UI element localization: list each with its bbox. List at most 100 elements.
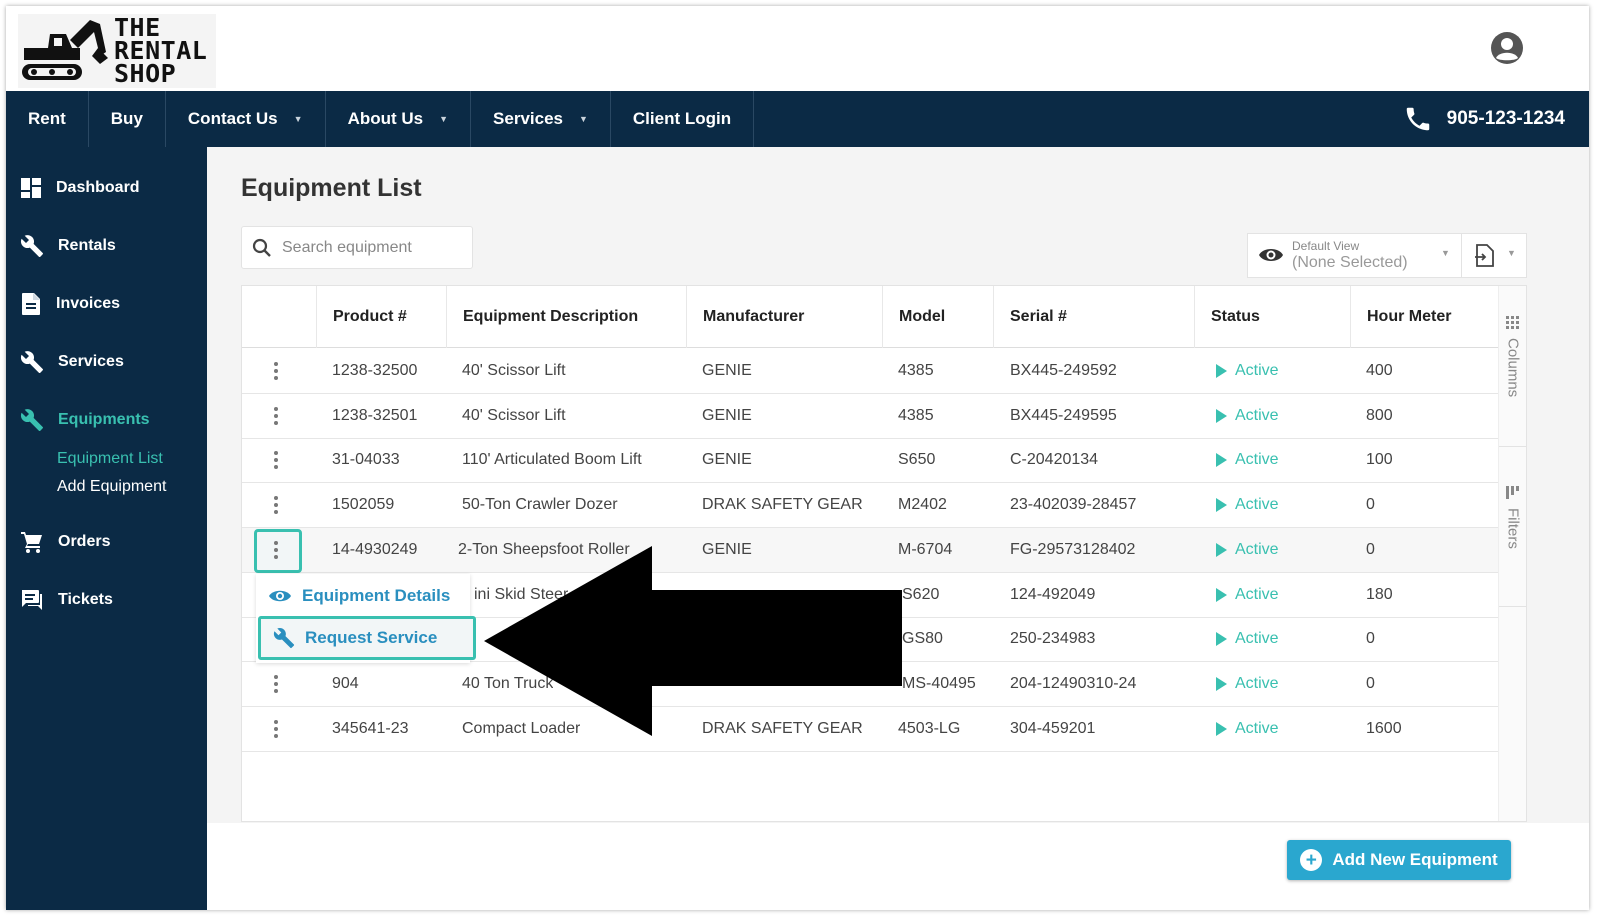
menu-item-equipment-details[interactable]: Equipment Details xyxy=(256,574,470,618)
side-tool-panel: Columns Filters xyxy=(1498,286,1527,821)
cell-description: 40' Scissor Lift xyxy=(462,406,566,424)
cell-description: 50-Ton Crawler Dozer xyxy=(462,496,618,514)
phone-contact[interactable]: 905-123-1234 xyxy=(1403,91,1565,147)
user-account-icon[interactable] xyxy=(1490,31,1524,65)
add-new-equipment-button[interactable]: + Add New Equipment xyxy=(1287,840,1511,880)
column-header-hour-meter[interactable]: Hour Meter xyxy=(1350,286,1498,348)
more-vertical-icon[interactable] xyxy=(272,362,280,380)
more-vertical-icon[interactable] xyxy=(272,451,280,470)
status-play-icon xyxy=(1216,721,1227,736)
column-header-manufacturer[interactable]: Manufacturer xyxy=(686,286,882,348)
cell-hours: 400 xyxy=(1366,362,1393,379)
cell-manufacturer: GENIE xyxy=(702,406,752,424)
sidebar-item-dashboard[interactable]: Dashboard xyxy=(20,173,140,203)
more-vertical-icon[interactable] xyxy=(272,719,280,738)
cell-product: 1502059 xyxy=(332,496,395,514)
status-play-icon xyxy=(1216,676,1227,691)
main-navbar: Rent Buy Contact Us ▼ About Us ▼ Services ▼… xyxy=(6,91,1589,147)
column-header-status[interactable]: Status xyxy=(1194,286,1350,348)
sidebar-subitem-add-equipment[interactable]: Add Equipment xyxy=(57,478,166,496)
column-header-serial[interactable]: Serial # xyxy=(993,286,1194,348)
cell-status: Active xyxy=(1216,662,1279,706)
status-text: Active xyxy=(1235,719,1279,737)
cart-icon xyxy=(21,532,42,553)
table-row[interactable]: 1238-32501 40' Scissor Lift GENIE 4385 BX445… xyxy=(242,394,1498,439)
sidebar-item-invoices[interactable]: Invoices xyxy=(20,289,120,319)
sidebar-item-tickets[interactable]: Tickets xyxy=(20,585,113,615)
sidebar-item-rentals[interactable]: Rentals xyxy=(20,231,116,261)
menu-item-request-service[interactable]: Request Service xyxy=(258,616,476,660)
cell-description: 40' Scissor Lift xyxy=(462,362,566,379)
caret-down-icon[interactable]: ▼ xyxy=(1507,248,1516,258)
cell-description: 110' Articulated Boom Lift xyxy=(462,451,642,469)
grid-icon xyxy=(1506,316,1519,329)
status-text: Active xyxy=(1235,585,1279,603)
wrench-icon xyxy=(273,628,295,649)
more-vertical-icon[interactable] xyxy=(272,674,280,693)
caret-down-icon: ▼ xyxy=(439,114,449,124)
cell-hours: 0 xyxy=(1366,540,1375,558)
column-header-model[interactable]: Model xyxy=(882,286,993,348)
page-title: Equipment List xyxy=(241,174,422,202)
nav-about-us[interactable]: About Us ▼ xyxy=(326,91,472,147)
nav-contact-us[interactable]: Contact Us ▼ xyxy=(166,91,326,147)
cell-serial: C-20420134 xyxy=(1010,451,1099,469)
view-selector[interactable]: Default View (None Selected) ▼ ▼ xyxy=(1247,233,1527,278)
cell-hours: 0 xyxy=(1366,674,1375,692)
add-new-equipment-label: Add New Equipment xyxy=(1332,850,1498,869)
sidebar-item-orders[interactable]: Orders xyxy=(20,527,110,557)
nav-client-login[interactable]: Client Login xyxy=(611,91,755,147)
cell-hours: 0 xyxy=(1366,630,1375,648)
cell-status: Active xyxy=(1216,573,1279,617)
column-header-product[interactable]: Product # xyxy=(316,286,446,348)
cell-hours: 1600 xyxy=(1366,719,1402,737)
sidebar-item-services[interactable]: Services xyxy=(20,347,124,377)
status-play-icon xyxy=(1216,498,1227,513)
cell-model: S620 xyxy=(902,585,940,603)
more-vertical-icon[interactable] xyxy=(272,496,280,515)
cell-model: MS-40495 xyxy=(902,674,976,692)
phone-icon xyxy=(1406,107,1429,131)
dashboard-icon xyxy=(21,178,41,198)
filters-tab[interactable]: Filters xyxy=(1499,486,1527,576)
status-play-icon xyxy=(1216,408,1227,423)
columns-tab[interactable]: Columns xyxy=(1499,316,1527,416)
cell-product: 904 xyxy=(332,674,359,692)
table-row[interactable]: 1502059 50-Ton Crawler Dozer DRAK SAFETY G… xyxy=(242,483,1498,529)
sidebar-subitem-equipment-list[interactable]: Equipment List xyxy=(57,450,163,468)
nav-rent[interactable]: Rent xyxy=(6,91,89,147)
sidebar: Dashboard Rentals Invoices Services Equi… xyxy=(6,147,207,910)
search-box[interactable] xyxy=(241,226,473,269)
brand-logo[interactable]: THE RENTAL SHOP xyxy=(18,14,216,88)
more-vertical-icon[interactable] xyxy=(272,540,280,559)
nav-services[interactable]: Services ▼ xyxy=(471,91,611,147)
table-row[interactable]: 31-04033 110' Articulated Boom Lift GENIE S… xyxy=(242,438,1498,484)
nav-buy[interactable]: Buy xyxy=(89,91,166,147)
filter-icon xyxy=(1506,486,1519,499)
status-text: Active xyxy=(1235,674,1279,692)
divider xyxy=(1499,446,1527,447)
sidebar-item-label: Orders xyxy=(58,533,111,550)
table-header: Product # Equipment Description Manufact… xyxy=(242,286,1498,348)
cell-model: 4385 xyxy=(898,362,934,379)
chat-icon xyxy=(22,590,42,610)
cell-model: M2402 xyxy=(898,496,947,514)
cell-serial: 124-492049 xyxy=(1010,585,1096,603)
cell-serial: 250-234983 xyxy=(1010,630,1096,648)
wrench-icon xyxy=(20,235,43,257)
app-window: THE RENTAL SHOP Rent Buy Contact Us ▼ Abo… xyxy=(6,6,1589,910)
column-header-description[interactable]: Equipment Description xyxy=(446,286,686,348)
status-text: Active xyxy=(1235,540,1279,558)
sidebar-item-equipments[interactable]: Equipments xyxy=(20,405,150,435)
divider xyxy=(1461,234,1462,277)
sidebar-item-label: Dashboard xyxy=(56,179,140,196)
status-text: Active xyxy=(1235,451,1279,469)
cell-status: Active xyxy=(1216,528,1279,572)
search-input[interactable] xyxy=(282,238,462,257)
pointer-arrow-annotation xyxy=(484,546,902,736)
table-row[interactable]: 1238-32500 40' Scissor Lift GENIE 4385 BX445… xyxy=(242,349,1498,394)
status-play-icon xyxy=(1216,364,1227,378)
more-vertical-icon[interactable] xyxy=(272,406,280,425)
cell-model: S650 xyxy=(898,451,936,469)
export-icon[interactable] xyxy=(1474,244,1496,268)
